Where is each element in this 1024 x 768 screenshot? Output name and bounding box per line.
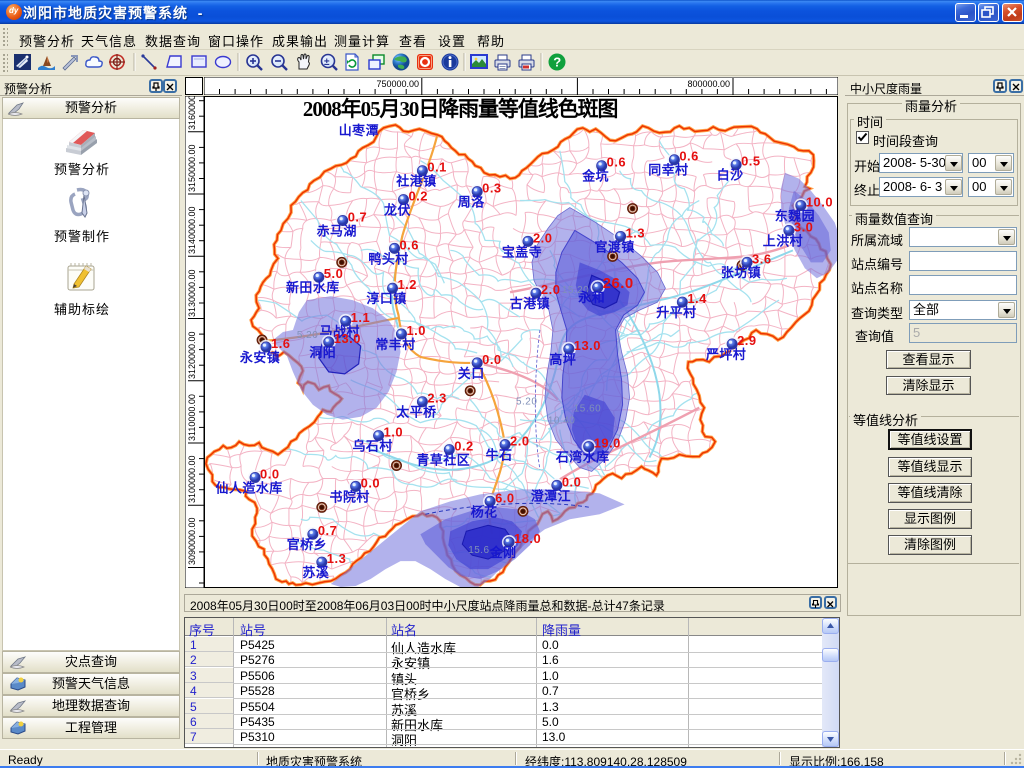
svg-text:古港镇: 古港镇 (510, 296, 550, 311)
svg-text:3150000.00: 3150000.00 (187, 144, 197, 192)
svg-text:0.2: 0.2 (408, 189, 427, 204)
svg-text:0.0: 0.0 (361, 475, 380, 490)
svg-text:0.0: 0.0 (260, 466, 279, 481)
svg-text:山枣潭: 山枣潭 (339, 123, 379, 138)
svg-text:10.0: 10.0 (806, 195, 833, 210)
svg-text:5.20: 5.20 (297, 330, 318, 341)
svg-text:鸭头村: 鸭头村 (368, 251, 408, 266)
svg-text:800000.00: 800000.00 (687, 79, 730, 89)
svg-text:永安镇: 永安镇 (239, 350, 280, 365)
svg-text:牛石: 牛石 (486, 448, 513, 463)
svg-text:官桥乡: 官桥乡 (287, 537, 327, 552)
svg-text:3.6: 3.6 (752, 251, 771, 266)
svg-text:5.0: 5.0 (324, 266, 343, 281)
svg-text:关口: 关口 (458, 366, 485, 381)
svg-text:13.0: 13.0 (574, 338, 601, 353)
svg-text:太平桥: 太平桥 (395, 405, 436, 420)
svg-text:同幸村: 同幸村 (648, 163, 688, 178)
svg-text:3110000.00: 3110000.00 (187, 394, 197, 441)
svg-text:2.0: 2.0 (541, 282, 560, 297)
svg-text:±: ± (324, 57, 330, 68)
svg-text:澄潭江: 澄潭江 (531, 488, 571, 503)
svg-text:1.3: 1.3 (626, 225, 645, 240)
svg-text:0.0: 0.0 (562, 474, 581, 489)
svg-text:10.40: 10.40 (548, 416, 575, 427)
svg-text:0.5: 0.5 (741, 154, 760, 169)
svg-text:0.1: 0.1 (427, 160, 446, 175)
svg-text:高坪: 高坪 (549, 352, 576, 367)
svg-text:升平村: 升平村 (656, 305, 696, 320)
svg-text:3160000.00: 3160000.00 (187, 96, 197, 130)
svg-text:白沙: 白沙 (717, 168, 744, 183)
svg-text:2.0: 2.0 (533, 230, 552, 245)
svg-text:仙人造水库: 仙人造水库 (216, 480, 283, 495)
svg-text:2.9: 2.9 (737, 333, 756, 348)
svg-text:赤马湖: 赤马湖 (317, 223, 357, 238)
svg-text:金刚: 金刚 (489, 545, 517, 560)
svg-text:0.6: 0.6 (679, 149, 698, 164)
svg-text:?: ? (553, 55, 561, 70)
svg-text:0.7: 0.7 (348, 209, 367, 224)
svg-text:2.0: 2.0 (510, 434, 529, 449)
svg-text:1.0: 1.0 (406, 323, 425, 338)
svg-text:3120000.00: 3120000.00 (187, 331, 197, 379)
svg-text:新田水库: 新田水库 (286, 280, 340, 295)
svg-text:1.6: 1.6 (271, 336, 290, 351)
svg-text:洞阳: 洞阳 (309, 345, 336, 360)
svg-text:淳口镇: 淳口镇 (366, 291, 406, 306)
svg-text:3140000.00: 3140000.00 (187, 206, 197, 254)
svg-text:3100000.00: 3100000.00 (187, 455, 197, 503)
svg-text:19.0: 19.0 (594, 436, 621, 451)
svg-text:石湾水库: 石湾水库 (555, 450, 610, 465)
svg-text:龙伏: 龙伏 (384, 203, 411, 218)
svg-text:乌石村: 乌石村 (352, 439, 392, 454)
svg-text:1.3: 1.3 (327, 551, 346, 566)
svg-text:15.60: 15.60 (574, 404, 601, 415)
svg-text:张坊镇: 张坊镇 (721, 265, 761, 280)
svg-text:0.2: 0.2 (454, 439, 473, 454)
svg-text:1.0: 1.0 (384, 425, 403, 440)
svg-text:1.2: 1.2 (398, 277, 417, 292)
svg-text:2008年05月30日降雨量等值线色斑图: 2008年05月30日降雨量等值线色斑图 (303, 97, 618, 121)
svg-text:750000.00: 750000.00 (376, 79, 419, 89)
svg-text:3.0: 3.0 (794, 219, 813, 234)
svg-text:5.20: 5.20 (516, 397, 537, 408)
svg-text:0.6: 0.6 (399, 237, 418, 252)
svg-text:15.6: 15.6 (468, 545, 489, 556)
svg-text:1.4: 1.4 (687, 291, 707, 306)
svg-text:周洛: 周洛 (458, 195, 485, 210)
svg-text:0.3: 0.3 (482, 181, 501, 196)
svg-text:6.0: 6.0 (495, 490, 514, 505)
svg-text:杨花: 杨花 (471, 504, 498, 519)
svg-text:苏溪: 苏溪 (302, 565, 329, 580)
svg-text:上洪村: 上洪村 (763, 233, 803, 248)
svg-text:26.0: 26.0 (603, 275, 634, 292)
svg-text:0.0: 0.0 (482, 352, 501, 367)
svg-text:青草社区: 青草社区 (416, 453, 470, 468)
svg-text:宝盖寺: 宝盖寺 (502, 244, 542, 259)
svg-text:社港镇: 社港镇 (395, 174, 436, 189)
svg-text:0.6: 0.6 (607, 155, 626, 170)
svg-text:3090000.00: 3090000.00 (187, 517, 197, 565)
svg-text:金坑: 金坑 (581, 169, 609, 184)
svg-text:常丰村: 常丰村 (375, 337, 415, 352)
svg-text:13.0: 13.0 (334, 331, 361, 346)
svg-text:2.3: 2.3 (427, 391, 446, 406)
svg-text:严坪村: 严坪村 (705, 347, 746, 362)
svg-text:3130000.00: 3130000.00 (187, 269, 197, 317)
svg-text:官渡镇: 官渡镇 (594, 239, 634, 254)
svg-text:0.7: 0.7 (318, 523, 337, 538)
svg-text:永和: 永和 (577, 290, 605, 305)
svg-text:18.0: 18.0 (514, 531, 541, 546)
svg-text:书院村: 书院村 (330, 489, 370, 504)
svg-text:1.1: 1.1 (351, 310, 370, 325)
